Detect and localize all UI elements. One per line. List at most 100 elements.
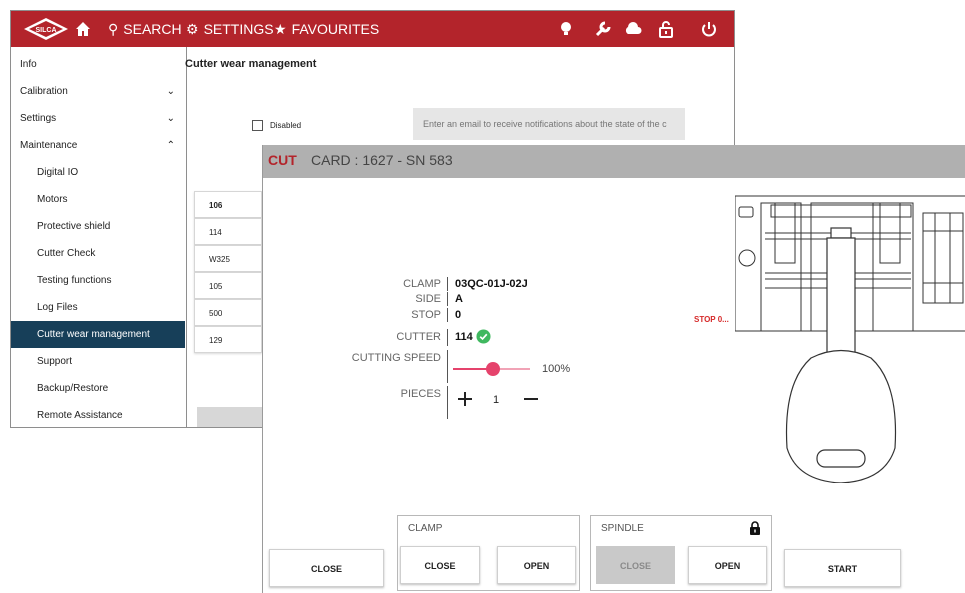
plus-icon[interactable] [456,390,474,408]
divider [447,292,448,306]
disabled-checkbox[interactable] [252,120,263,131]
sidebar-item-label: Digital IO [37,167,79,178]
cutter-code: 105 [209,282,223,291]
settings-button[interactable]: ⚙ SETTINGS [186,11,274,47]
sidebar-item-remote-assistance[interactable]: Remote Assistance [11,402,185,427]
list-item[interactable]: 500 [194,299,262,326]
chevron-down-icon: ⌄ [166,86,175,97]
lock-icon [750,521,760,535]
divider [447,329,448,346]
cutter-code: 114 [209,228,222,237]
power-icon[interactable] [699,19,719,39]
spindle-open-button[interactable]: OPEN [688,546,767,584]
clamp-group: CLAMP CLOSE OPEN [397,515,580,591]
sidebar-item-label: Settings [20,113,57,124]
sidebar-item-info[interactable]: Info [11,51,185,78]
divider [447,386,448,419]
home-icon[interactable] [73,19,93,39]
sidebar-item-label: Maintenance [20,140,78,151]
top-bar: SILCA ⚲ SEARCH ⚙ SETTINGS ★ FAVOURITES [11,11,734,47]
clamp-close-button[interactable]: CLOSE [400,546,480,584]
sidebar-item-label: Motors [37,194,68,205]
list-item[interactable]: 105 [194,272,262,299]
sidebar-item-motors[interactable]: Motors [11,186,185,213]
sidebar-item-support[interactable]: Support [11,348,185,375]
sidebar-item-maintenance[interactable]: Maintenance ⌃ [11,132,185,159]
sidebar-item-label: Log Files [37,302,78,313]
sidebar-item-backup-restore[interactable]: Backup/Restore [11,375,185,402]
start-button[interactable]: START [784,549,901,587]
sidebar-item-log-files[interactable]: Log Files [11,294,185,321]
spindle-group: SPINDLE CLOSE OPEN [590,515,772,591]
sidebar: Info Calibration ⌄ Settings ⌄ Maintenance ⌃… [11,47,187,427]
sidebar-item-label: Protective shield [37,221,111,232]
sidebar-item-label: Info [20,59,37,70]
silca-logo[interactable]: SILCA [22,17,70,41]
sidebar-item-testing-functions[interactable]: Testing functions [11,267,185,294]
close-button[interactable]: CLOSE [269,549,384,587]
cutting-speed-label: CUTTING SPEED [351,352,441,364]
email-field[interactable] [413,108,685,140]
divider [447,350,448,383]
sidebar-item-cutter-check[interactable]: Cutter Check [11,240,185,267]
unlock-icon[interactable] [656,19,676,39]
side-value: A [455,293,463,305]
star-icon: ★ [274,21,287,37]
cutter-code: W325 [209,255,230,264]
check-circle-icon [476,329,491,344]
key-clamp-drawing [735,195,965,483]
cloud-icon[interactable] [623,19,643,39]
clamp-open-button[interactable]: OPEN [497,546,576,584]
list-item[interactable]: 114 [194,218,262,245]
clamp-label: CLAMP [403,278,441,290]
list-item[interactable]: 106 [194,191,262,218]
search-button[interactable]: ⚲ SEARCH [108,11,182,47]
gear-icon: ⚙ [186,21,199,37]
cutter-code: 106 [209,201,223,210]
disabled-label: Disabled [270,121,302,130]
stop-marker: STOP 0... [694,315,729,324]
speed-slider-thumb[interactable] [486,362,500,376]
speed-value: 100% [542,363,571,375]
clamp-value: 03QC-01J-02J [455,278,528,290]
sidebar-item-label: Calibration [20,86,68,97]
favourites-button[interactable]: ★ FAVOURITES [274,11,379,47]
sidebar-item-label: Backup/Restore [37,383,109,394]
sidebar-item-calibration[interactable]: Calibration ⌄ [11,78,185,105]
settings-label: SETTINGS [203,21,274,37]
stop-label: STOP [411,309,441,321]
side-label: SIDE [415,293,441,305]
list-item[interactable]: W325 [194,245,262,272]
search-label: SEARCH [123,21,182,37]
sidebar-item-protective-shield[interactable]: Protective shield [11,213,185,240]
sidebar-item-digital-io[interactable]: Digital IO [11,159,185,186]
spindle-group-title: SPINDLE [601,523,644,534]
sidebar-item-settings[interactable]: Settings ⌄ [11,105,185,132]
chevron-down-icon: ⌄ [166,113,175,124]
cutter-label: CUTTER [396,331,441,343]
page-title: Cutter wear management [185,58,317,70]
cutter-code: 129 [209,336,223,345]
pieces-label: PIECES [400,388,441,400]
cut-title: CUT [268,152,297,168]
dialog-header: CUT CARD : 1627 - SN 583 [263,145,965,178]
clamp-group-title: CLAMP [408,523,443,534]
logo-text: SILCA [36,27,57,34]
favourites-label: FAVOURITES [291,21,380,37]
spindle-close-button[interactable]: CLOSE [596,546,675,584]
card-title: CARD : 1627 - SN 583 [311,152,453,168]
sidebar-item-label: Cutter wear management [37,329,150,340]
lightbulb-icon[interactable] [556,19,576,39]
chevron-up-icon: ⌃ [166,140,175,151]
stop-value: 0 [455,309,462,321]
cut-dialog: CUT CARD : 1627 - SN 583 CLAMP 03QC-01J-… [262,145,965,593]
search-icon: ⚲ [108,21,119,37]
cutter-code: 500 [209,309,223,318]
pieces-value: 1 [493,394,500,406]
cutter-list: 106 114 W325 105 500 129 [194,191,262,353]
sidebar-item-cutter-wear-management[interactable]: Cutter wear management [11,321,185,348]
list-item[interactable]: 129 [194,326,262,353]
minus-icon[interactable] [522,390,540,408]
cutter-value: 114 [455,331,473,343]
wrench-icon[interactable] [593,19,613,39]
